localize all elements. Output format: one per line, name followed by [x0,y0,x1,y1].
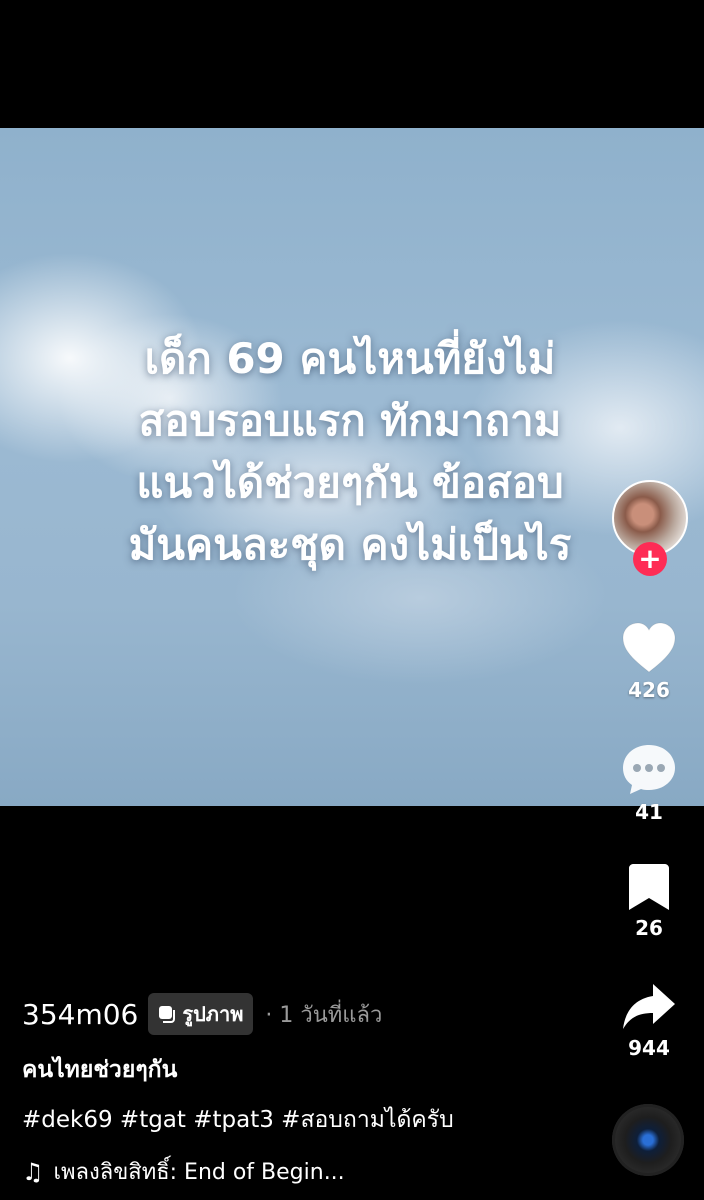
post-time: · 1 วันที่แล้ว [265,1002,383,1028]
username[interactable]: 354m06 [22,998,138,1031]
overlay-line: สอบรอบแรก ทักมาถาม [138,396,562,445]
plus-icon: + [638,542,662,575]
post-image[interactable]: เด็ก 69 คนไหนที่ยังไม่ สอบรอบแรก ทักมาถา… [0,128,704,806]
post-hashtags[interactable]: #dek69 #tgat #tpat3 #สอบถามได้ครับ [22,1102,602,1138]
bookmark-button[interactable]: 26 [604,862,694,940]
post-overlay-text: เด็ก 69 คนไหนที่ยังไม่ สอบรอบแรก ทักมาถา… [40,328,660,576]
overlay-line: แนวได้ช่วยๆกัน ข้อสอบ [136,458,564,507]
comment-icon [623,745,675,794]
post-type-label: รูปภาพ [182,1002,244,1026]
creator-avatar-group[interactable]: + [612,480,688,576]
bookmark-icon [629,864,669,910]
photo-icon [159,1006,176,1023]
music-link[interactable]: ♫ เพลงลิขสิทธิ์: End of Begin... [22,1154,602,1189]
post-meta-row: 354m06 รูปภาพ · 1 วันที่แล้ว [22,990,602,1038]
post-description: คนไทยช่วยๆกัน [22,1057,178,1083]
comment-count: 41 [635,800,663,824]
music-title: เพลงลิขสิทธิ์: End of Begin... [53,1160,345,1185]
like-button[interactable]: 426 [604,622,694,702]
heart-icon [622,622,676,673]
music-note-icon: ♫ [22,1157,44,1186]
comment-button[interactable]: 41 [604,742,694,824]
share-count: 944 [628,1036,670,1060]
overlay-line: มันคนละชุด คงไม่เป็นไร [128,520,572,569]
music-disc[interactable] [612,1104,684,1176]
share-icon [623,984,675,1029]
share-button[interactable]: 944 [604,982,694,1060]
bookmark-count: 26 [635,916,663,940]
like-count: 426 [628,678,670,702]
caption-area: 354m06 รูปภาพ · 1 วันที่แล้ว คนไทยช่วยๆก… [22,990,602,1189]
post-type-badge: รูปภาพ [148,993,254,1035]
follow-button[interactable]: + [633,542,667,576]
overlay-line: เด็ก 69 คนไหนที่ยังไม่ [144,334,556,383]
